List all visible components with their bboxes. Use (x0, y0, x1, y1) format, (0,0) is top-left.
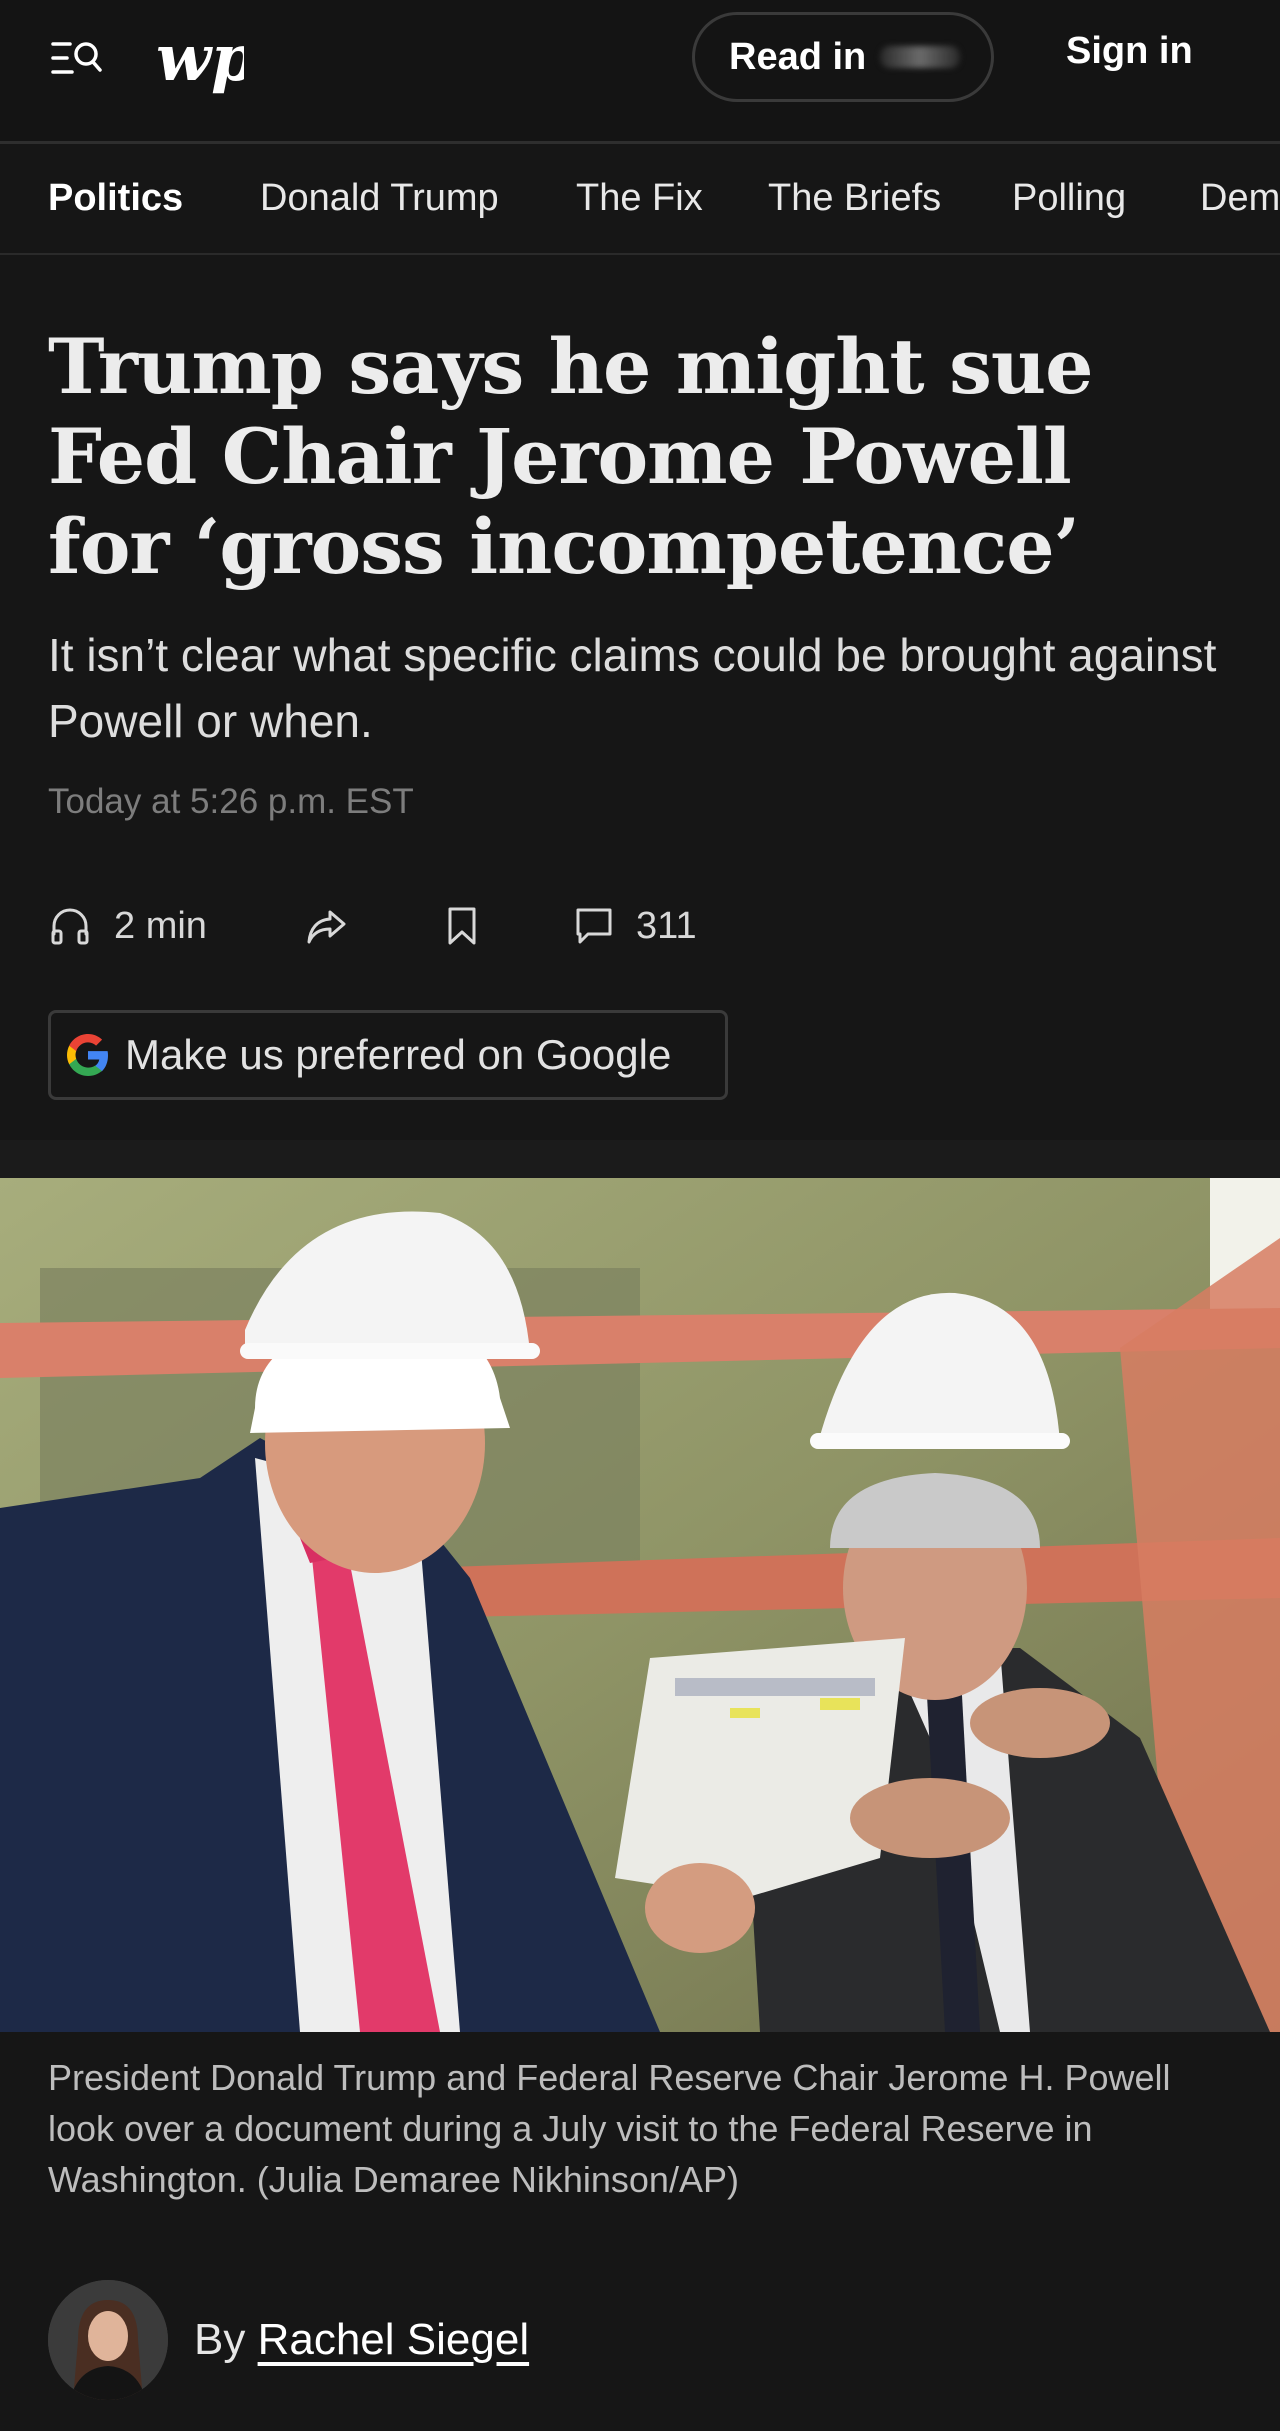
article-dek: It isn’t clear what specific claims coul… (48, 629, 1217, 747)
nav-item-donald-trump[interactable]: Donald Trump (260, 177, 499, 220)
menu-search-icon[interactable] (50, 36, 104, 80)
comments-button[interactable]: 311 (572, 896, 697, 956)
headphones-icon (48, 904, 92, 948)
nav-item-dem[interactable]: Dem (1200, 177, 1280, 220)
washington-post-logo[interactable]: wp (154, 21, 256, 96)
listen-duration: 2 min (114, 904, 207, 947)
bookmark-icon (440, 904, 484, 948)
author-avatar[interactable] (48, 2280, 168, 2400)
comment-count: 311 (636, 904, 697, 947)
lead-photo (0, 1178, 1280, 2032)
sign-in-link[interactable]: Sign in (1066, 30, 1193, 73)
photo-caption: President Donald Trump and Federal Reser… (48, 2057, 1171, 2200)
nav-item-the-fix[interactable]: The Fix (576, 177, 703, 220)
nav-item-polling[interactable]: Polling (1012, 177, 1126, 220)
read-in-label: Read in (729, 35, 867, 78)
share-button[interactable] (304, 896, 348, 956)
section-nav: Politics Donald Trump The Fix The Briefs… (0, 147, 1280, 255)
article-timestamp: Today at 5:26 p.m. EST (48, 782, 414, 821)
article-headline: Trump says he might sue Fed Chair Jerome… (48, 322, 1094, 591)
byline-text: By Rachel Siegel (194, 2315, 529, 2365)
share-icon (304, 904, 348, 948)
google-preferred-button[interactable]: Make us preferred on Google (48, 1010, 728, 1100)
comment-icon (572, 904, 616, 948)
google-g-icon (63, 1030, 113, 1080)
svg-text:wp: wp (156, 22, 244, 96)
bookmark-button[interactable] (440, 896, 484, 956)
byline-prefix: By (194, 2315, 246, 2364)
byline: By Rachel Siegel (48, 2280, 529, 2400)
google-preferred-label: Make us preferred on Google (125, 1031, 672, 1078)
section-divider (0, 1140, 1280, 1178)
listen-button[interactable]: 2 min (48, 896, 207, 956)
article-actions: 2 min 311 (48, 896, 948, 956)
nav-item-the-briefs[interactable]: The Briefs (768, 177, 941, 220)
read-in-language-button[interactable]: Read in (692, 12, 994, 102)
top-bar: wp Read in Sign in (0, 0, 1280, 144)
nav-item-politics[interactable]: Politics (48, 177, 183, 220)
language-placeholder (880, 46, 961, 68)
author-link[interactable]: Rachel Siegel (258, 2315, 530, 2364)
